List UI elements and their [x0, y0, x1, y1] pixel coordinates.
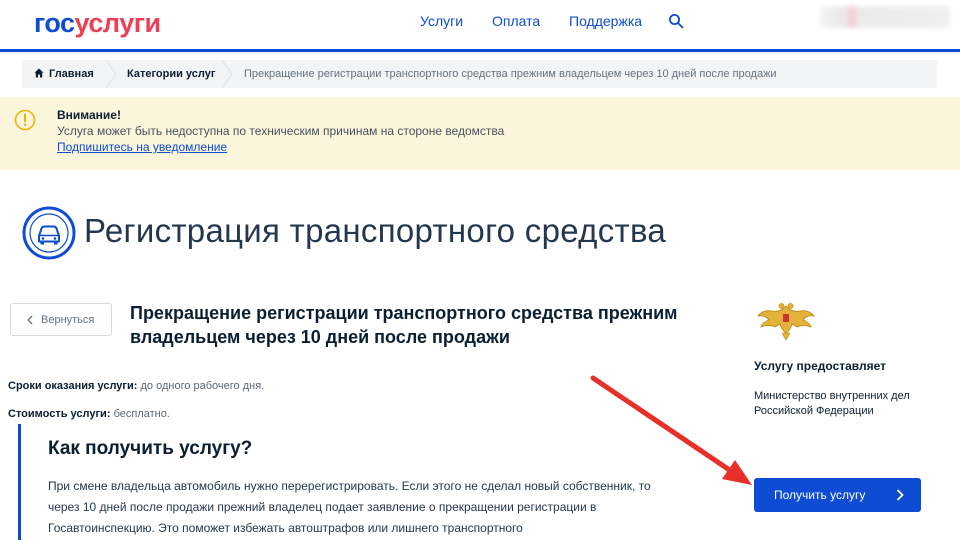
warning-icon [14, 109, 36, 131]
how-to-title: Как получить услугу? [48, 438, 253, 459]
warning-banner: Внимание! Услуга может быть недоступна п… [0, 97, 960, 170]
subscribe-notification-link[interactable]: Подпишитесь на уведомление [57, 140, 227, 154]
breadcrumb-home-label: Главная [49, 68, 94, 80]
get-service-button[interactable]: Получить услугу [754, 478, 921, 512]
breadcrumb-categories[interactable]: Категории услуг [127, 60, 215, 88]
search-icon[interactable] [668, 13, 684, 29]
service-term: Сроки оказания услуги: до одного рабочег… [8, 380, 264, 392]
site-header: госуслуги Услуги Оплата Поддержка [0, 0, 960, 52]
home-icon [34, 68, 44, 78]
breadcrumb-separator [221, 60, 233, 88]
page-title: Регистрация транспортного средства [84, 212, 667, 249]
get-service-button-label: Получить услугу [774, 488, 866, 502]
provider-heading: Услугу предоставляет [754, 359, 887, 373]
nav-services[interactable]: Услуги [420, 13, 463, 29]
logo-part-gos: гос [34, 8, 75, 38]
breadcrumb-separator [105, 60, 117, 88]
back-button[interactable]: Вернуться [10, 303, 112, 336]
nav-support[interactable]: Поддержка [569, 13, 642, 29]
service-term-label: Сроки оказания услуги: [8, 380, 138, 392]
emblem-icon [757, 303, 815, 341]
breadcrumb-current: Прекращение регистрации транспортного ср… [244, 68, 777, 80]
warning-title: Внимание! [57, 108, 121, 122]
logo-part-uslugi: услуги [74, 8, 162, 38]
warning-text: Услуга может быть недоступна по техничес… [57, 124, 505, 138]
breadcrumb: Главная Категории услуг Прекращение реги… [22, 60, 937, 88]
back-button-label: Вернуться [41, 314, 95, 326]
user-profile-blurred[interactable] [820, 6, 950, 28]
chevron-left-icon [27, 315, 33, 325]
car-icon [22, 206, 76, 260]
nav-payment[interactable]: Оплата [492, 13, 540, 29]
breadcrumb-home[interactable]: Главная [34, 60, 94, 88]
gosuslugi-logo[interactable]: госуслуги [34, 8, 161, 38]
how-to-text: При смене владельца автомобиль нужно пер… [48, 479, 651, 535]
provider-name[interactable]: Министерство внутренних дел Российской Ф… [754, 389, 944, 419]
service-title: Прекращение регистрации транспортного ср… [130, 303, 678, 347]
service-cost: Стоимость услуги: бесплатно. [8, 408, 170, 420]
service-cost-label: Стоимость услуги: [8, 408, 111, 420]
service-term-value: до одного рабочего дня. [140, 380, 265, 392]
service-cost-value: бесплатно. [113, 408, 170, 420]
chevron-right-icon [896, 489, 904, 501]
